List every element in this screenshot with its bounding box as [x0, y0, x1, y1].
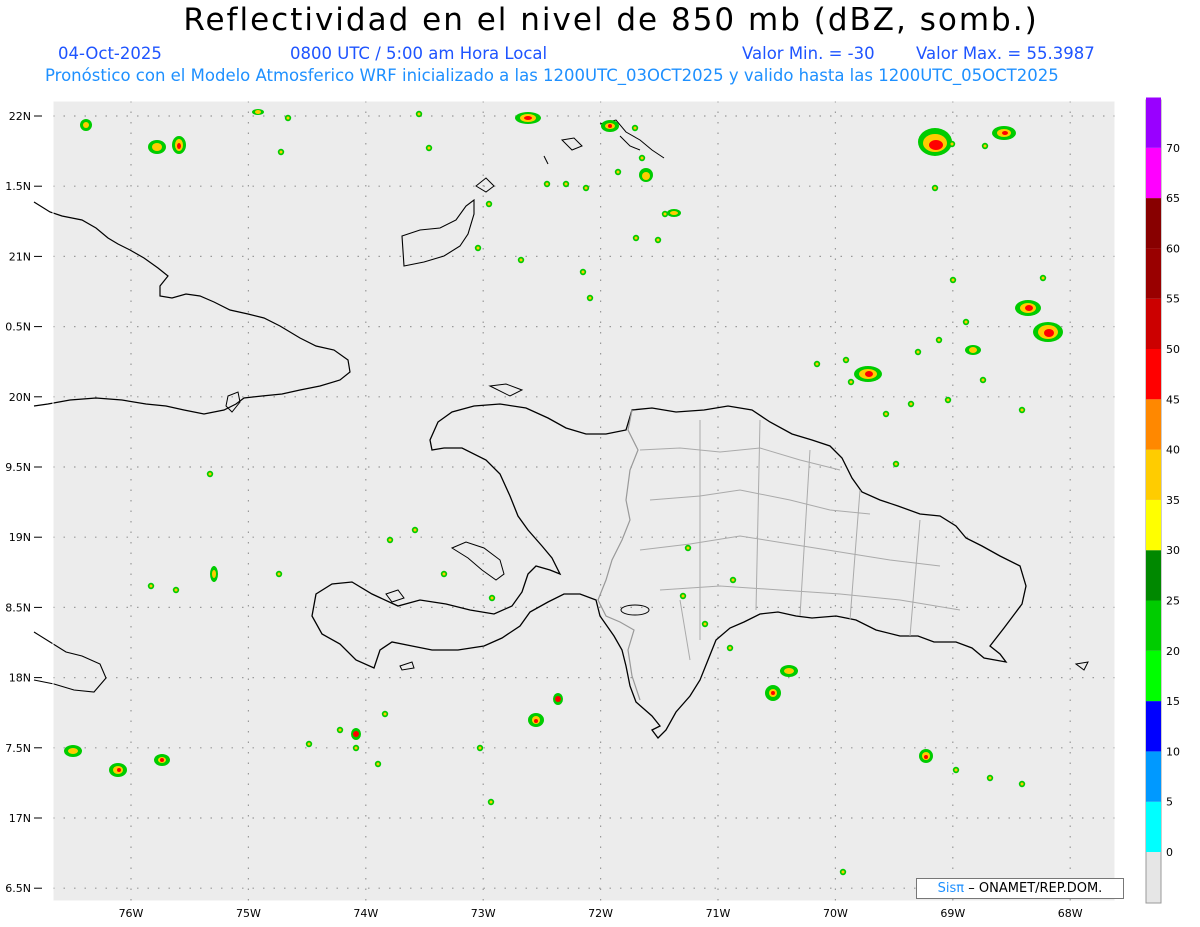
colorbar-swatch: [1146, 248, 1161, 299]
colorbar-swatch: [1146, 198, 1161, 249]
cell: [639, 168, 653, 182]
cell: [553, 693, 563, 705]
colorbar-label: 35: [1166, 494, 1180, 507]
colorbar-label: 50: [1166, 343, 1180, 356]
colorbar-label: 55: [1166, 293, 1180, 306]
lat-label: 21N: [9, 250, 31, 263]
colorbar-swatch: [1146, 349, 1161, 400]
lat-label: 17N: [9, 812, 31, 825]
colorbar: 0 5 10 15 20 25 30 35 40 45 50 55 60 65 70: [1145, 97, 1180, 904]
cell: [1033, 322, 1063, 342]
colorbar-label: 65: [1166, 192, 1180, 205]
lat-label: 1.5N: [5, 180, 31, 193]
cell: [210, 566, 218, 582]
lon-label: 69W: [940, 907, 965, 920]
lon-label: 74W: [353, 907, 378, 920]
cell: [919, 749, 933, 763]
lon-label: 73W: [471, 907, 496, 920]
colorbar-label: 45: [1166, 393, 1180, 406]
colorbar-label: 15: [1166, 695, 1180, 708]
colorbar-label: 20: [1166, 645, 1180, 658]
lon-label: 76W: [119, 907, 144, 920]
cell: [172, 136, 186, 154]
cell: [252, 109, 264, 115]
colorbar-swatch: [1146, 650, 1161, 702]
cell: [765, 685, 781, 701]
colorbar-swatch: [1146, 97, 1161, 148]
cell: [351, 728, 361, 740]
plot-area: [53, 101, 1115, 901]
cell: [1015, 300, 1041, 316]
cell: [109, 763, 127, 777]
lat-label: 20N: [9, 391, 31, 404]
colorbar-swatch: [1146, 499, 1161, 551]
colorbar-swatch: [1146, 399, 1161, 450]
colorbar-swatch: [1146, 298, 1161, 349]
reflectivity-map: 22N 1.5N 21N 0.5N 20N 9.5N 19N 8.5N 18N 7.5N 17N 6.…: [5, 97, 1180, 920]
cell: [854, 366, 882, 382]
cell: [148, 140, 166, 154]
cell: [965, 345, 981, 355]
colorbar-label: 0: [1166, 846, 1173, 859]
colorbar-swatch: [1146, 801, 1161, 852]
lat-label: 18N: [9, 672, 31, 685]
lon-label: 75W: [236, 907, 261, 920]
colorbar-label: 30: [1166, 544, 1180, 557]
credit-box: Sisπ – ONAMET/REP.DOM.: [916, 878, 1124, 899]
lat-label: 22N: [9, 110, 31, 123]
cell: [601, 120, 619, 132]
cell: [667, 209, 681, 217]
colorbar-label: 60: [1166, 242, 1180, 255]
lat-label: 0.5N: [5, 321, 31, 334]
cell: [992, 126, 1016, 140]
colorbar-label: 5: [1166, 796, 1173, 809]
colorbar-label: 10: [1166, 745, 1180, 758]
lat-label: 6.5N: [5, 882, 31, 895]
colorbar-label: 40: [1166, 444, 1180, 457]
lat-label: 8.5N: [5, 601, 31, 614]
lon-label: 70W: [823, 907, 848, 920]
lat-label: 7.5N: [5, 742, 31, 755]
credit-text: – ONAMET/REP.DOM.: [968, 881, 1103, 896]
colorbar-swatch: [1146, 701, 1161, 752]
colorbar-label: 25: [1166, 595, 1180, 608]
lat-label: 19N: [9, 531, 31, 544]
lat-label: 9.5N: [5, 461, 31, 474]
cell: [918, 128, 952, 156]
colorbar-swatch: [1146, 449, 1161, 500]
lon-label: 68W: [1058, 907, 1083, 920]
lon-label: 72W: [588, 907, 613, 920]
cell: [80, 119, 92, 131]
cell: [154, 754, 170, 766]
cell: [528, 713, 544, 727]
sispi-logo: Sisπ: [937, 881, 965, 896]
colorbar-swatch: [1146, 147, 1161, 199]
cell: [780, 665, 798, 677]
cell: [64, 745, 82, 757]
lon-label: 71W: [706, 907, 731, 920]
colorbar-swatch: [1146, 550, 1161, 601]
cell: [515, 112, 541, 124]
colorbar-label: 70: [1166, 142, 1180, 155]
colorbar-swatch: [1146, 751, 1161, 802]
colorbar-swatch: [1146, 600, 1161, 651]
